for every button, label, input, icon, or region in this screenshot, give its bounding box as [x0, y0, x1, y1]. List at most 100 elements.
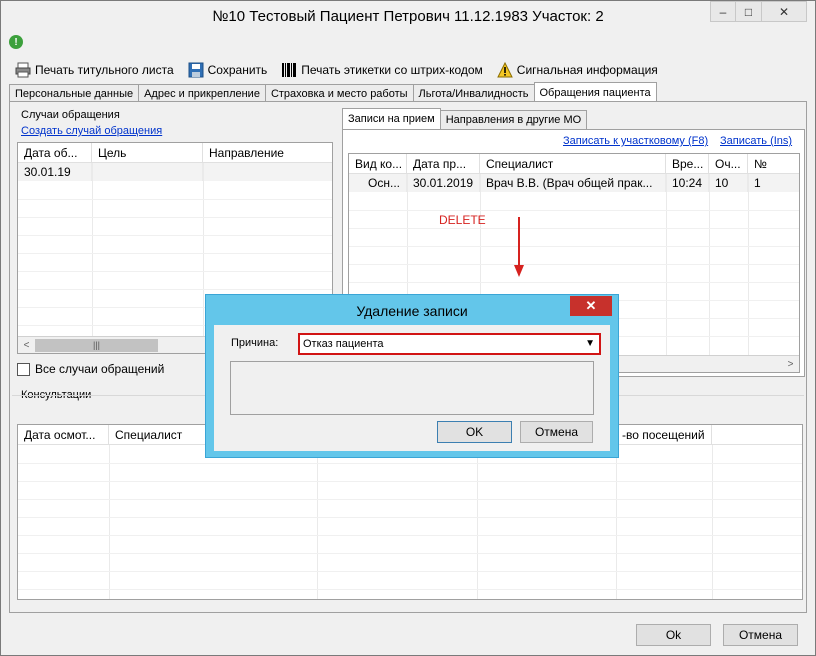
- grid-line: [18, 289, 332, 290]
- table-row[interactable]: 30.01.19: [18, 163, 332, 181]
- save-label: Сохранить: [207, 63, 268, 77]
- tab-personal-data[interactable]: Персональные данные: [9, 84, 140, 102]
- dialog-ok-button[interactable]: OK: [437, 421, 512, 443]
- case-goal-cell: [92, 163, 203, 181]
- grid-line: [317, 445, 318, 599]
- reason-value: Отказ пациента: [303, 338, 384, 350]
- maximize-button[interactable]: □: [735, 1, 762, 22]
- create-case-link[interactable]: Создать случай обращения: [21, 125, 162, 137]
- grid-line: [18, 499, 802, 500]
- grid-line: [349, 246, 799, 247]
- grid-line: [18, 217, 332, 218]
- grid-line: [748, 174, 749, 372]
- cases-group-label: Случаи обращения: [21, 109, 120, 121]
- column-header[interactable]: Цель: [92, 143, 203, 163]
- printer-icon: [15, 62, 31, 78]
- minimize-button[interactable]: –: [710, 1, 736, 22]
- info-icon[interactable]: !: [9, 35, 23, 49]
- grid-line: [18, 571, 802, 572]
- appointment-number-cell: 1: [754, 176, 761, 190]
- print-title-button[interactable]: Печать титульного листа: [15, 62, 174, 78]
- tab-insurance[interactable]: Страховка и место работы: [264, 84, 414, 102]
- chevron-down-icon[interactable]: ▼: [585, 338, 595, 349]
- window-title: №10 Тестовый Пациент Петрович 11.12.1983…: [212, 8, 604, 25]
- grid-line: [18, 589, 802, 590]
- delete-annotation: DELETE: [439, 213, 486, 227]
- grid-line: [666, 174, 667, 372]
- cases-grid-header: Дата об... Цель Направление: [18, 143, 332, 163]
- scroll-right-icon[interactable]: >: [782, 356, 799, 373]
- column-header[interactable]: Дата осмот...: [18, 425, 109, 445]
- appointments-grid-header: Вид ко... Дата пр... Специалист Вре... О…: [349, 154, 799, 174]
- print-title-label: Печать титульного листа: [35, 63, 174, 77]
- close-button[interactable]: ✕: [761, 1, 807, 22]
- grid-line: [18, 271, 332, 272]
- all-cases-checkbox[interactable]: Все случаи обращений: [17, 362, 164, 376]
- delete-record-dialog: Удаление записи ✕ Причина: Отказ пациент…: [205, 294, 619, 458]
- print-barcode-label: Печать этикетки со штрих-кодом: [301, 63, 483, 77]
- case-direction-cell: [203, 163, 332, 181]
- reason-select[interactable]: Отказ пациента ▼: [298, 333, 601, 355]
- grid-line: [18, 517, 802, 518]
- grid-line: [18, 481, 802, 482]
- scroll-left-icon[interactable]: <: [18, 337, 35, 354]
- all-cases-label: Все случаи обращений: [35, 362, 165, 376]
- grid-line: [109, 445, 110, 599]
- case-date-cell: 30.01.19: [18, 163, 92, 181]
- column-header[interactable]: №: [748, 154, 799, 174]
- appointment-specialist-cell: Врач В.В. (Врач общей прак...: [480, 174, 666, 192]
- main-toolbar: Печать титульного листа Сохранить Печать…: [1, 59, 815, 81]
- info-toolbar: !: [9, 35, 23, 53]
- dialog-body: Причина: Отказ пациента ▼ OK Отмена: [214, 325, 610, 451]
- checkbox-box[interactable]: [17, 362, 30, 376]
- dialog-title: Удаление записи: [356, 303, 468, 319]
- save-button[interactable]: Сохранить: [188, 62, 268, 78]
- record-district-link[interactable]: Записать к участковому (F8): [563, 135, 708, 147]
- tab-patient-visits[interactable]: Обращения пациента: [533, 82, 657, 102]
- ok-button[interactable]: Ok: [636, 624, 711, 646]
- title-bar: №10 Тестовый Пациент Петрович 11.12.1983…: [1, 1, 815, 33]
- grid-line: [349, 228, 799, 229]
- grid-line: [709, 174, 710, 372]
- column-header[interactable]: Вре...: [666, 154, 709, 174]
- column-header[interactable]: Направление: [203, 143, 332, 163]
- grid-line: [18, 253, 332, 254]
- barcode-icon: [281, 62, 297, 78]
- column-header[interactable]: [712, 425, 802, 445]
- grid-line: [18, 199, 332, 200]
- dialog-close-button[interactable]: ✕: [570, 296, 612, 316]
- grid-line: [18, 535, 802, 536]
- appointment-queue-cell: 10: [709, 174, 748, 192]
- column-header[interactable]: Дата пр...: [407, 154, 480, 174]
- cancel-button[interactable]: Отмена: [723, 624, 798, 646]
- grid-line: [477, 445, 478, 599]
- print-barcode-button[interactable]: Печать этикетки со штрих-кодом: [281, 62, 483, 78]
- tab-benefits[interactable]: Льгота/Инвалидность: [412, 84, 535, 102]
- grid-line: [18, 235, 332, 236]
- table-row[interactable]: Осн... 30.01.2019 Врач В.В. (Врач общей …: [349, 174, 799, 192]
- warning-icon: [496, 62, 513, 78]
- grid-line: [349, 282, 799, 283]
- column-header[interactable]: Вид ко...: [349, 154, 407, 174]
- scroll-thumb[interactable]: |||: [35, 338, 158, 352]
- patient-tabs: Персональные данные Адрес и прикрепление…: [9, 82, 657, 102]
- comment-textarea[interactable]: [230, 361, 594, 415]
- grid-line: [349, 264, 799, 265]
- appointments-tabs: Записи на прием Направления в другие МО: [342, 108, 588, 129]
- record-link[interactable]: Записать (Ins): [720, 135, 792, 147]
- column-header[interactable]: -во посещений: [616, 425, 712, 445]
- tab-address[interactable]: Адрес и прикрепление: [138, 84, 266, 102]
- appointment-type-cell: Осн...: [349, 174, 407, 192]
- grid-line: [18, 553, 802, 554]
- grid-line: [616, 445, 617, 599]
- tab-referrals[interactable]: Направления в другие МО: [439, 110, 588, 129]
- grid-line: [712, 445, 713, 599]
- reason-label: Причина:: [231, 337, 279, 349]
- column-header[interactable]: Специалист: [480, 154, 666, 174]
- grid-line: [18, 463, 802, 464]
- dialog-cancel-button[interactable]: Отмена: [520, 421, 593, 443]
- tab-appointments[interactable]: Записи на прием: [342, 108, 441, 129]
- signal-info-button[interactable]: Сигнальная информация: [496, 62, 658, 78]
- column-header[interactable]: Оч...: [709, 154, 748, 174]
- column-header[interactable]: Дата об...: [18, 143, 92, 163]
